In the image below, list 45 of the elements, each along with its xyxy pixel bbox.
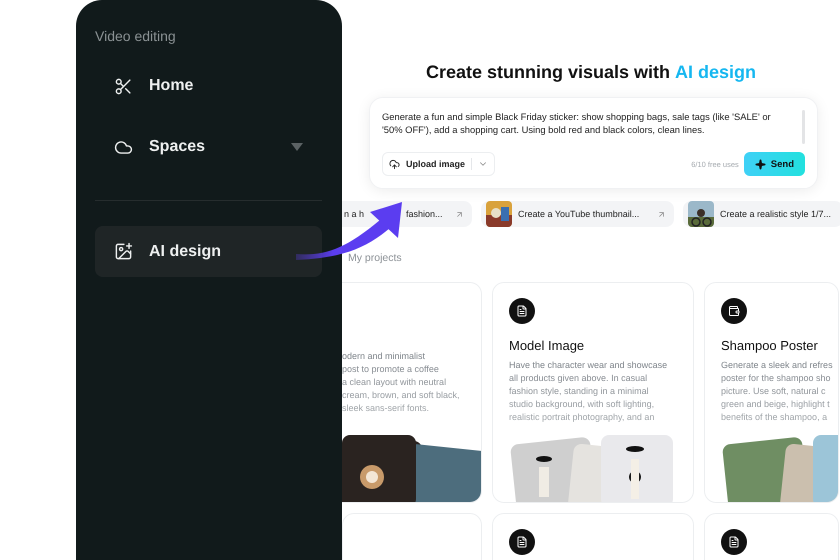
card-description: studio background, with soft lighting, [509, 398, 656, 411]
card-description: Generate a sleek and refres [721, 359, 834, 372]
page-title: Create stunning visuals with AI design [426, 62, 756, 83]
card-description: benefits of the shampoo, a [721, 411, 828, 424]
prompt-text: Generate a fun and simple Black Friday sticker: show shopping bags, sale tags (like 'SALE' or '50% OFF'), add a shopping cart. Using bold red and black colors, clean lines. [382, 110, 772, 137]
card-description: sleek sans-serif fonts. [342, 402, 430, 415]
card-description: all products given above. In casual [509, 372, 648, 385]
card-description: post to promote a coffee [342, 363, 440, 376]
card-title: Shampoo Poster [721, 338, 819, 353]
arrow-icon [455, 210, 464, 218]
suggestion-chip[interactable]: Create a realistic style 1/7... [683, 201, 840, 227]
card-description: cream, brown, and soft black, [342, 389, 461, 402]
wallet-icon [721, 298, 747, 324]
document-icon [721, 529, 747, 555]
scissors-icon [114, 76, 133, 96]
card-description: realistic portrait photography, and an [509, 411, 656, 424]
section-title: My projects [348, 252, 403, 264]
card-description: a clean layout with neutral [342, 376, 448, 389]
sidebar-item[interactable]: Spaces [95, 127, 322, 167]
suggestion-chip[interactable]: Create a YouTube thumbnail... [481, 201, 674, 227]
card-description: poster for the shampoo sho [721, 372, 832, 385]
card-title: Model Image [509, 338, 586, 353]
image-icon [114, 242, 133, 261]
project-card[interactable]: Model Image Have the character wear and showcase all products given above. In casual fashion style, standing in a minimal studio background, with soft lighting, realistic portrait photography, and an [492, 282, 694, 503]
card-description: Have the character wear and showcase [509, 359, 668, 372]
project-card[interactable]: Shampoo Poster Generate a sleek and refres poster for the shampoo sho picture. Use soft, natural c green and beige, highlight t benefits of the shampoo, a [704, 282, 839, 503]
card-description: fashion style, standing in a minimal [509, 385, 650, 398]
section-label: Video editing [95, 28, 177, 44]
card-description: picture. Use soft, natural c [721, 385, 827, 398]
sidebar-item[interactable]: AI design [95, 226, 322, 277]
arrow-icon [657, 210, 666, 218]
sparkle-icon [754, 158, 766, 170]
project-card[interactable] [492, 513, 694, 560]
caret-icon[interactable] [291, 143, 303, 151]
card-description: green and beige, highlight t [721, 398, 831, 411]
project-card[interactable]: odern and minimalist post to promote a coffee a clean layout with neutral cream, brown, and soft black, sleek sans-serif fonts. [342, 282, 482, 503]
project-card[interactable] [704, 513, 839, 560]
upload-icon [389, 158, 400, 170]
document-icon [509, 529, 535, 555]
document-icon [509, 298, 535, 324]
send-button[interactable]: Send [744, 152, 805, 176]
sidebar-item[interactable]: Home [95, 66, 322, 106]
prompt-box[interactable] [369, 97, 818, 189]
upload-image-button[interactable]: Upload image [382, 152, 496, 176]
card-description: odern and minimalist [342, 350, 426, 363]
